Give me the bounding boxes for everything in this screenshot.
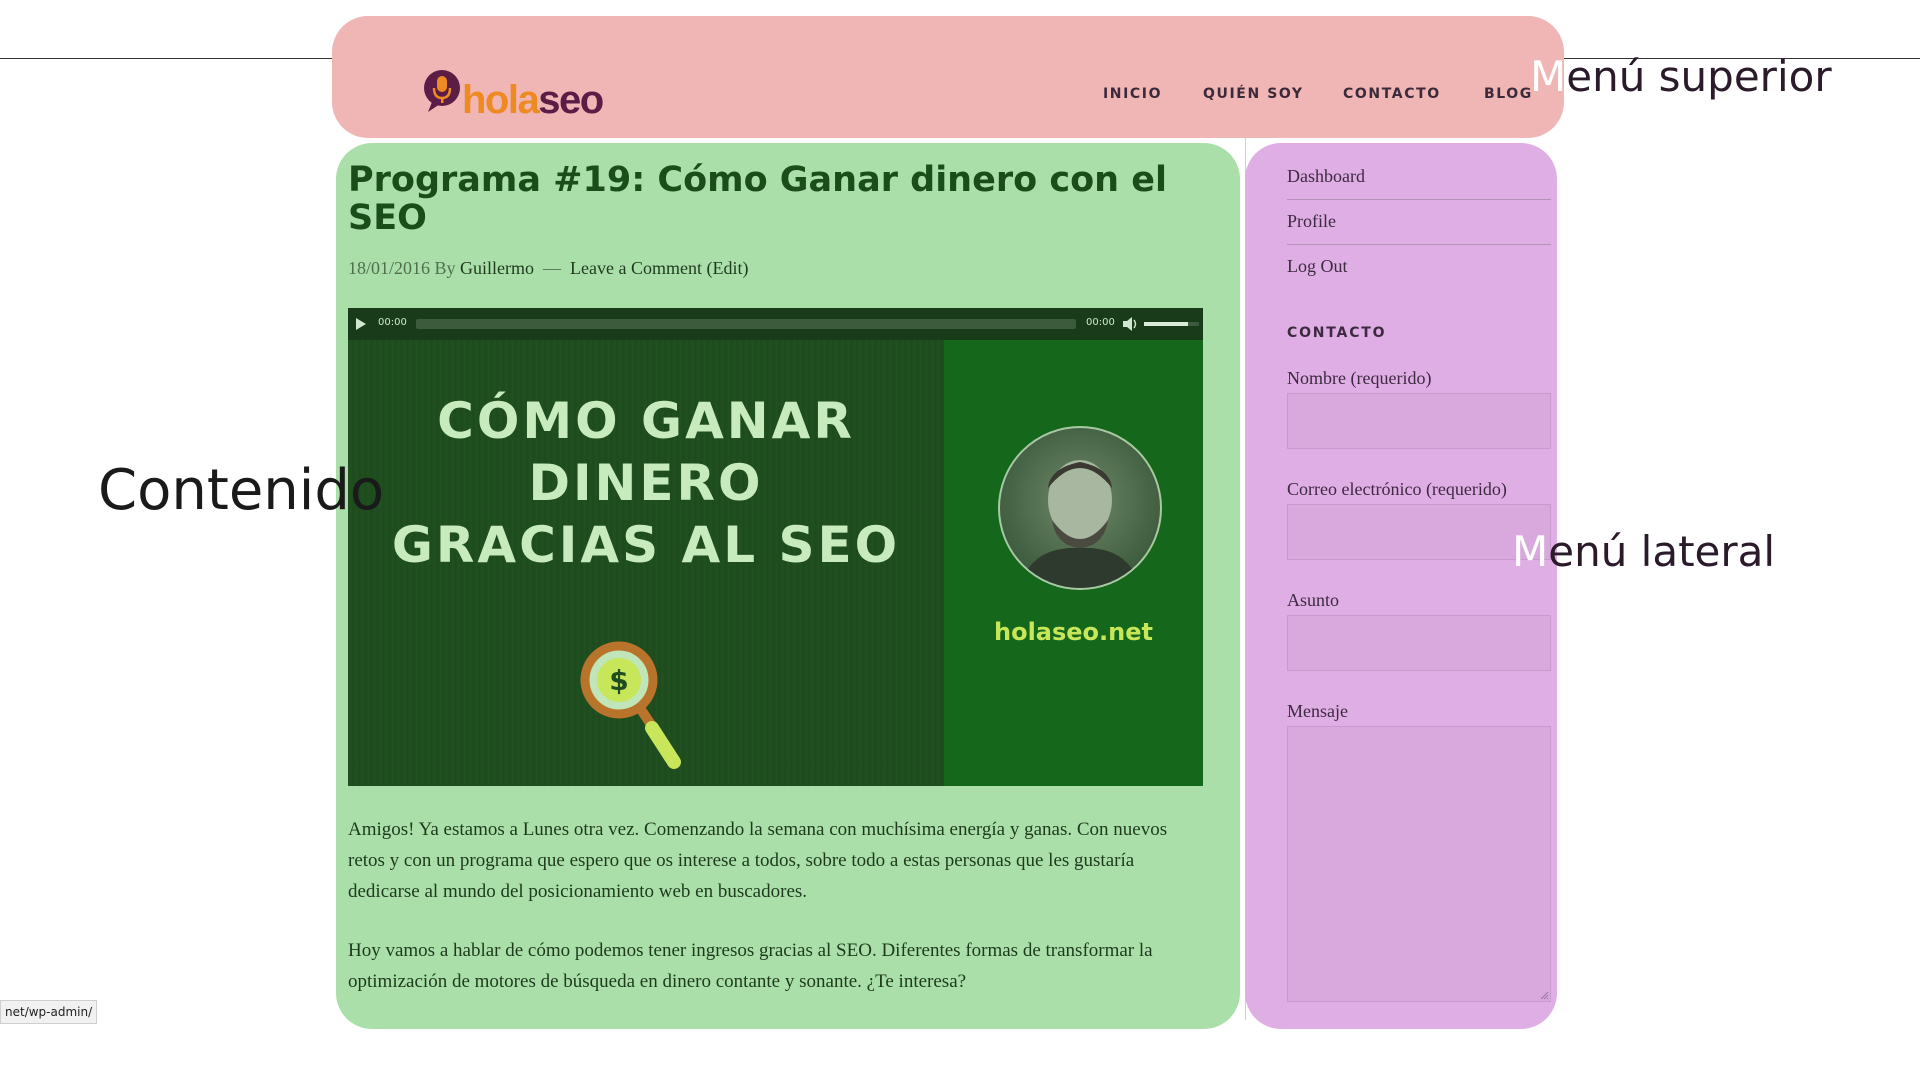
featured-image: CÓMO GANAR DINERO GRACIAS AL SEO $ holas… xyxy=(348,340,1203,786)
contact-widget-title: CONTACTO xyxy=(1287,325,1387,341)
annotation-content: Contenido xyxy=(98,458,385,523)
nav-item-blog[interactable]: BLOG xyxy=(1484,86,1533,102)
message-textarea[interactable] xyxy=(1287,726,1551,1002)
status-bar-url: net/wp-admin/ xyxy=(0,1000,98,1024)
post-by-label: By xyxy=(434,258,456,278)
post-date: 18/01/2016 xyxy=(348,258,431,278)
audio-player: 00:00 00:00 xyxy=(348,308,1203,340)
subject-field-label: Asunto xyxy=(1287,590,1340,610)
featured-headline-line-1: CÓMO GANAR xyxy=(437,392,855,450)
host-avatar xyxy=(998,426,1162,590)
email-field-label: Correo electrónico (requerido) xyxy=(1287,479,1507,499)
post-meta: 18/01/2016 By Guillermo — Leave a Commen… xyxy=(348,258,748,279)
nav-item-contacto[interactable]: CONTACTO xyxy=(1343,86,1441,102)
logo-wordmark: holaseo xyxy=(462,78,604,122)
leave-comment-link[interactable]: Leave a Comment xyxy=(570,258,702,278)
subject-field[interactable] xyxy=(1287,615,1551,671)
sidebar-link-dashboard[interactable]: Dashboard xyxy=(1287,166,1365,187)
annotation-side-menu: Menú lateral xyxy=(1512,527,1776,576)
sidebar-link-profile[interactable]: Profile xyxy=(1287,211,1336,232)
sidebar-separator xyxy=(1287,199,1551,200)
post-author-link[interactable]: Guillermo xyxy=(460,258,534,278)
post-title: Programa #19: Cómo Ganar dinero con el S… xyxy=(348,160,1167,238)
post-paragraph-2: Hoy vamos a hablar de cómo podemos tener… xyxy=(348,940,1153,992)
nav-item-quien-soy[interactable]: QUIÉN SOY xyxy=(1203,86,1304,102)
svg-text:$: $ xyxy=(609,664,628,697)
meta-separator: — xyxy=(543,258,562,278)
avatar-portrait-icon xyxy=(1020,460,1140,588)
name-field-label: Nombre (requerido) xyxy=(1287,368,1432,388)
sidebar-separator xyxy=(1287,244,1551,245)
featured-headline-line-3: GRACIAS AL SEO xyxy=(391,516,901,574)
featured-headline-line-2: DINERO xyxy=(528,454,764,512)
annotation-top-menu: Menú superior xyxy=(1530,52,1832,101)
edit-post-link[interactable]: (Edit) xyxy=(706,258,748,278)
volume-slider[interactable] xyxy=(1144,322,1199,326)
featured-brand-url: holaseo.net xyxy=(994,618,1153,646)
volume-icon[interactable] xyxy=(1122,316,1138,332)
message-field-label: Mensaje xyxy=(1287,701,1348,721)
audio-duration: 00:00 xyxy=(1086,317,1115,328)
magnifier-dollar-icon: $ xyxy=(580,641,681,769)
audio-progress-track[interactable] xyxy=(416,319,1076,329)
name-field[interactable] xyxy=(1287,393,1551,449)
volume-slider-fill xyxy=(1144,322,1188,326)
post-paragraph-1: Amigos! Ya estamos a Lunes otra vez. Com… xyxy=(348,819,1168,902)
sidebar-link-log-out[interactable]: Log Out xyxy=(1287,256,1348,277)
play-icon[interactable] xyxy=(356,318,366,330)
resize-grip-icon[interactable] xyxy=(1539,990,1549,1000)
audio-current-time: 00:00 xyxy=(378,317,407,328)
nav-item-inicio[interactable]: INICIO xyxy=(1103,86,1162,102)
microphone-bubble-icon xyxy=(424,70,460,112)
